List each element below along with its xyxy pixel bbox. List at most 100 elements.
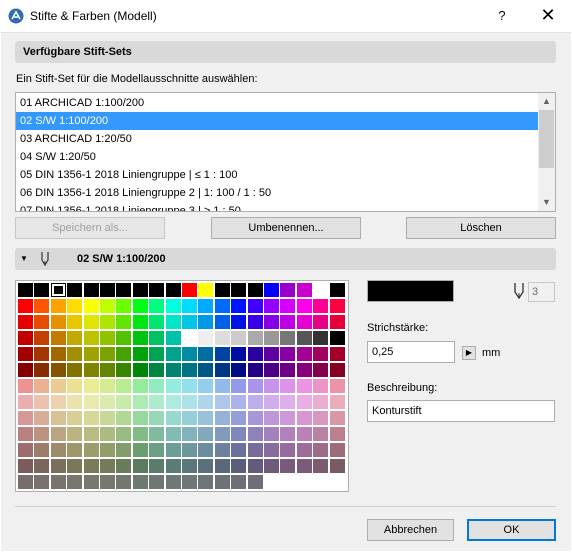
palette-cell[interactable]: [50, 379, 66, 393]
palette-cell[interactable]: [247, 347, 263, 361]
palette-cell[interactable]: [214, 411, 230, 425]
palette-cell[interactable]: [247, 475, 263, 489]
pen-set-list[interactable]: 01 ARCHICAD 1:100/200 02 S/W 1:100/200 0…: [15, 92, 556, 212]
palette-cell[interactable]: [198, 379, 214, 393]
palette-cell[interactable]: [18, 363, 33, 377]
palette-cell[interactable]: [264, 379, 279, 393]
palette-cell[interactable]: [116, 347, 132, 361]
palette-cell[interactable]: [34, 395, 50, 409]
palette-cell[interactable]: [100, 443, 115, 457]
palette-cell[interactable]: [18, 283, 33, 297]
palette-cell[interactable]: [67, 331, 83, 345]
palette-cell[interactable]: [198, 443, 214, 457]
palette-cell[interactable]: [182, 395, 197, 409]
palette-cell[interactable]: [116, 363, 132, 377]
palette-cell[interactable]: [149, 347, 165, 361]
palette-cell[interactable]: [214, 347, 230, 361]
palette-cell[interactable]: [83, 315, 99, 329]
cancel-button[interactable]: Abbrechen: [367, 519, 454, 541]
palette-cell[interactable]: [231, 427, 247, 441]
palette-cell[interactable]: [83, 347, 99, 361]
help-button[interactable]: ?: [488, 4, 516, 28]
palette-cell[interactable]: [313, 347, 329, 361]
palette-cell[interactable]: [247, 427, 263, 441]
palette-cell[interactable]: [132, 363, 148, 377]
palette-cell[interactable]: [280, 347, 296, 361]
ok-button[interactable]: OK: [467, 519, 556, 541]
palette-cell[interactable]: [214, 363, 230, 377]
palette-cell[interactable]: [198, 315, 214, 329]
palette-cell[interactable]: [264, 363, 279, 377]
palette-cell[interactable]: [296, 459, 312, 473]
palette-cell[interactable]: [296, 331, 312, 345]
palette-cell[interactable]: [264, 315, 279, 329]
scroll-thumb[interactable]: [539, 110, 554, 168]
palette-cell[interactable]: [214, 443, 230, 457]
palette-cell[interactable]: [231, 315, 247, 329]
palette-cell[interactable]: [83, 395, 99, 409]
palette-cell[interactable]: [198, 363, 214, 377]
palette-cell[interactable]: [34, 475, 50, 489]
list-item-selected[interactable]: 02 S/W 1:100/200: [16, 112, 542, 130]
palette-cell[interactable]: [149, 411, 165, 425]
palette-cell[interactable]: [198, 459, 214, 473]
palette-cell[interactable]: [231, 331, 247, 345]
palette-cell[interactable]: [329, 395, 345, 409]
palette-cell[interactable]: [280, 443, 296, 457]
palette-cell[interactable]: [67, 347, 83, 361]
palette-cell[interactable]: [198, 283, 214, 297]
palette-cell[interactable]: [34, 379, 50, 393]
palette-cell[interactable]: [231, 459, 247, 473]
palette-cell[interactable]: [214, 475, 230, 489]
palette-cell[interactable]: [231, 347, 247, 361]
palette-cell[interactable]: [100, 299, 115, 313]
palette-cell[interactable]: [165, 395, 181, 409]
palette-cell[interactable]: [313, 395, 329, 409]
palette-cell[interactable]: [296, 379, 312, 393]
palette-cell[interactable]: [149, 379, 165, 393]
palette-cell[interactable]: [182, 459, 197, 473]
palette-cell[interactable]: [132, 475, 148, 489]
palette-cell[interactable]: [165, 363, 181, 377]
palette-cell[interactable]: [280, 299, 296, 313]
palette-cell[interactable]: [264, 283, 279, 297]
palette-cell[interactable]: [18, 475, 33, 489]
palette-cell[interactable]: [149, 283, 165, 297]
triangle-right-icon[interactable]: ▶: [462, 346, 476, 360]
palette-cell[interactable]: [280, 315, 296, 329]
palette-cell[interactable]: [67, 427, 83, 441]
palette-cell[interactable]: [182, 347, 197, 361]
palette-cell[interactable]: [83, 331, 99, 345]
palette-cell[interactable]: [83, 411, 99, 425]
palette-cell[interactable]: [67, 475, 83, 489]
palette-cell[interactable]: [67, 283, 83, 297]
palette-cell[interactable]: [165, 299, 181, 313]
palette-cell[interactable]: [182, 315, 197, 329]
palette-cell[interactable]: [132, 315, 148, 329]
palette-cell[interactable]: [83, 379, 99, 393]
palette-cell[interactable]: [18, 443, 33, 457]
color-palette-grid[interactable]: [15, 280, 349, 492]
palette-cell[interactable]: [280, 363, 296, 377]
palette-cell[interactable]: [182, 299, 197, 313]
palette-cell[interactable]: [198, 347, 214, 361]
palette-cell[interactable]: [132, 443, 148, 457]
palette-cell[interactable]: [100, 427, 115, 441]
palette-cell[interactable]: [132, 331, 148, 345]
list-item[interactable]: 03 ARCHICAD 1:20/50: [16, 130, 542, 148]
palette-cell[interactable]: [132, 379, 148, 393]
palette-cell[interactable]: [165, 315, 181, 329]
palette-cell[interactable]: [329, 331, 345, 345]
palette-cell[interactable]: [149, 427, 165, 441]
palette-cell[interactable]: [313, 315, 329, 329]
palette-cell[interactable]: [198, 411, 214, 425]
palette-cell[interactable]: [132, 411, 148, 425]
palette-cell[interactable]: [182, 379, 197, 393]
palette-cell[interactable]: [149, 331, 165, 345]
palette-cell[interactable]: [198, 395, 214, 409]
palette-cell[interactable]: [296, 347, 312, 361]
palette-cell[interactable]: [132, 395, 148, 409]
palette-cell[interactable]: [214, 379, 230, 393]
palette-cell[interactable]: [149, 363, 165, 377]
palette-cell[interactable]: [247, 379, 263, 393]
